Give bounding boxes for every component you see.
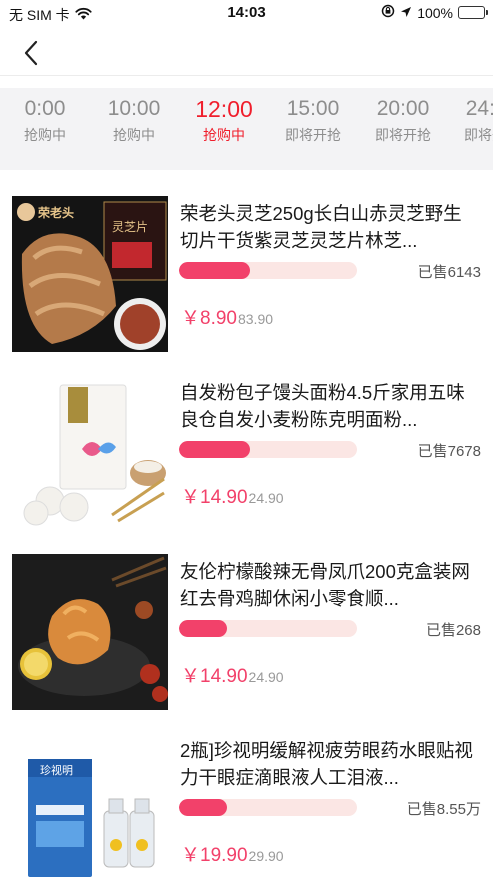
tab-time: 24:00 [465,97,493,120]
status-bar: 无 SIM 卡 14:03 100% [0,0,493,26]
tab-1200[interactable]: 12:00 抢购中 [179,88,269,170]
progress-bar [179,441,357,458]
product-card[interactable]: 友伦柠檬酸辣无骨凤爪200克盒装网红去骨鸡脚休闲小零食顺... 已售268 ￥1… [0,536,493,714]
chevron-left-icon [24,40,38,66]
original-price: 29.90 [248,848,284,864]
tab-1000[interactable]: 10:00 抢购中 [89,88,179,170]
price: ￥14.9024.90 [181,482,284,509]
product-title: 荣老头灵芝250g长白山赤灵芝野生切片干货紫灵芝灵芝片林芝... [180,203,462,251]
tab-status: 即将开抢 [285,127,341,143]
original-price: 83.90 [237,311,274,327]
tab-time: 0:00 [24,97,66,120]
original-price: 24.90 [248,669,284,685]
sale-price: ￥14.90 [181,487,248,508]
tab-0000[interactable]: 0:00 抢购中 [0,88,90,170]
product-title: 自发粉包子馒头面粉4.5斤家用五味良仓自发小麦粉陈克明面粉... [180,382,465,430]
sale-price: ￥14.90 [181,666,248,687]
tab-status: 抢购中 [24,127,66,143]
back-button[interactable] [14,36,48,70]
time-tabs: 0:00 抢购中 10:00 抢购中 12:00 抢购中 15:00 即将开抢 … [0,88,493,170]
progress-fill [179,799,228,816]
product-image [12,554,168,710]
progress-bar [179,799,357,816]
location-arrow-icon [400,5,412,21]
tab-2000[interactable]: 20:00 即将开抢 [358,88,448,170]
progress-bar [179,262,357,279]
product-card[interactable]: 珍视明 2瓶]珍视明缓解视疲劳眼药水眼贴视力干眼症滴眼液人工泪液... 已售8.… [0,715,493,879]
image-brand-text: 珍视明 [40,765,73,777]
product-title: 友伦柠檬酸辣无骨凤爪200克盒装网红去骨鸡脚休闲小零食顺... [180,561,470,609]
nav-bar [0,26,493,76]
status-bar-right: 100% [381,4,488,21]
progress-fill [179,262,251,279]
original-price: 24.90 [248,490,284,506]
tab-status: 即将开抢 [464,127,493,143]
tab-time: 15:00 [286,97,340,120]
lock-rotation-icon [381,4,395,21]
product-image: 荣老头 灵芝片 [12,196,168,352]
battery-percent: 100% [417,4,453,21]
price: ￥8.9083.90 [181,303,273,330]
sale-price: ￥19.90 [181,845,248,866]
image-package-text: 灵芝片 [112,220,149,234]
sold-count: 已售6143 [417,264,481,281]
progress-fill [179,441,251,458]
tab-status: 抢购中 [203,127,245,143]
tab-status: 即将开抢 [375,127,431,143]
product-card[interactable]: 荣老头 灵芝片 荣老头灵芝250g长白山赤灵芝野生切片干货紫灵芝灵芝片林芝...… [0,178,493,356]
product-image [12,375,168,531]
progress-fill [179,620,228,637]
tab-time: 10:00 [107,97,161,120]
product-image: 珍视明 [12,733,168,879]
tab-status: 抢购中 [113,127,155,143]
tab-2400[interactable]: 24:00 即将开抢 [447,88,493,170]
tab-1500[interactable]: 15:00 即将开抢 [268,88,358,170]
price: ￥14.9024.90 [181,661,284,688]
sold-count: 已售268 [425,622,481,639]
product-card[interactable]: 自发粉包子馒头面粉4.5斤家用五味良仓自发小麦粉陈克明面粉... 已售7678 … [0,357,493,535]
sale-price: ￥8.90 [181,308,237,329]
tab-time: 20:00 [376,97,430,120]
image-brand-text: 荣老头 [38,206,75,220]
price: ￥19.9029.90 [181,840,284,867]
progress-bar [179,620,357,637]
tab-time: 12:00 [195,96,253,122]
sold-count: 已售8.55万 [406,801,481,818]
battery-icon [458,6,488,19]
sold-count: 已售7678 [417,443,481,460]
product-title: 2瓶]珍视明缓解视疲劳眼药水眼贴视力干眼症滴眼液人工泪液... [180,740,473,788]
